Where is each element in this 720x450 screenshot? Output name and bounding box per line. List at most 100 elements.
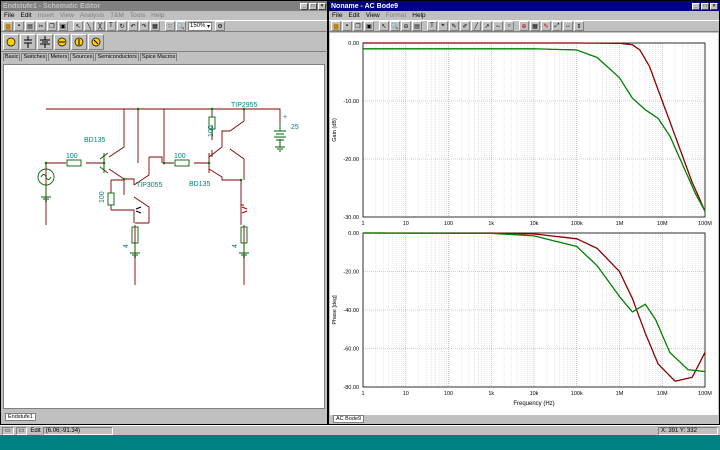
menu-tools[interactable]: Tools — [130, 12, 145, 19]
copy-icon[interactable]: ❐ — [47, 21, 57, 31]
source-component-icon[interactable] — [3, 33, 19, 50]
expand-icon[interactable]: ↔ — [563, 21, 573, 31]
x-tick-label: 1 — [361, 391, 364, 397]
y-tick-label: 0.00 — [348, 41, 359, 47]
menu-file[interactable]: File — [332, 12, 342, 19]
rotate-icon[interactable]: ↻ — [117, 21, 127, 31]
minimize-button[interactable]: _ — [692, 2, 700, 10]
label-rl2: 4 — [232, 244, 239, 248]
schematic-editor-window: Endstufe1 - Schematic Editor _ □ × File E… — [0, 0, 328, 425]
label-r4: 100 — [208, 125, 215, 137]
line-icon[interactable]: ╱ — [471, 21, 481, 31]
format-icon[interactable]: ▤ — [412, 21, 422, 31]
grid-toggle-icon[interactable]: ⁙ — [165, 21, 175, 31]
menu-edit[interactable]: Edit — [20, 12, 31, 19]
y-tick-label: -80.00 — [343, 385, 359, 391]
schematic-canvas[interactable]: 100 100 BD135 TIP3055 BD135 TIP2955 25 +… — [3, 64, 325, 409]
label-r3: 100 — [99, 191, 106, 203]
ellipse-icon[interactable]: ○ — [504, 21, 514, 31]
bode-window: Noname - AC Bode9 _ □ × File Edit View Form… — [328, 0, 720, 425]
bode-bottom-tab[interactable]: AC Bode9 — [333, 415, 365, 423]
schematic-titlebar: Endstufe1 - Schematic Editor _ □ × — [1, 1, 327, 11]
menu-edit[interactable]: Edit — [348, 12, 359, 19]
open-icon[interactable]: ▆ — [3, 21, 13, 31]
menu-view[interactable]: View — [60, 12, 74, 19]
print-icon[interactable]: ▤ — [25, 21, 35, 31]
capacitor-component-icon[interactable] — [20, 33, 36, 50]
current-source-icon[interactable] — [71, 33, 87, 50]
copy-icon[interactable]: ❐ — [353, 21, 363, 31]
pointer-icon[interactable]: ↖ — [379, 21, 389, 31]
grid-icon[interactable]: ▦ — [530, 21, 540, 31]
maximize-button[interactable]: □ — [701, 2, 709, 10]
schematic-title: Endstufe1 - Schematic Editor — [3, 2, 101, 10]
x-tick-label: 10M — [657, 391, 668, 397]
tab-switches[interactable]: Switches — [21, 53, 48, 61]
label-q2: TIP3055 — [136, 182, 163, 189]
menu-tm[interactable]: T&M — [110, 12, 124, 19]
bode-titlebar: Noname - AC Bode9 _ □ × — [329, 1, 719, 11]
schematic-menubar: File Edit Insert View Analysis T&M Tools Help — [1, 11, 327, 20]
menu-insert[interactable]: Insert — [38, 12, 54, 19]
curve-icon[interactable]: ∼ — [493, 21, 503, 31]
paste-icon[interactable]: ▣ — [364, 21, 374, 31]
arrow-icon[interactable]: ↗ — [482, 21, 492, 31]
cursor-b-icon[interactable]: ✐ — [460, 21, 470, 31]
paste-icon[interactable]: ▣ — [58, 21, 68, 31]
split-icon[interactable]: ⇕ — [574, 21, 584, 31]
close-button[interactable]: × — [710, 2, 718, 10]
menu-analysis[interactable]: Analysis — [80, 12, 104, 19]
tab-spicemacros[interactable]: Spice Macros — [139, 53, 178, 61]
close-button[interactable]: × — [318, 2, 326, 10]
y-tick-label: -60.00 — [343, 347, 359, 353]
pointer-icon[interactable]: ↖ — [73, 21, 83, 31]
battery-component-icon[interactable] — [37, 33, 53, 50]
menu-help[interactable]: Help — [151, 12, 164, 19]
zoom-icon[interactable]: 🔍 — [176, 21, 186, 31]
maximize-button[interactable]: □ — [309, 2, 317, 10]
pen-icon[interactable]: ✎ — [541, 21, 551, 31]
schematic-bottom-tab[interactable]: Endstufe1 — [5, 413, 36, 421]
wire-icon[interactable]: ╲ — [84, 21, 94, 31]
text-icon[interactable]: T — [427, 21, 437, 31]
x-tick-label: 10 — [403, 221, 409, 227]
crosshair-icon[interactable]: ⊕ — [519, 21, 529, 31]
y-tick-label: 0.00 — [348, 231, 359, 237]
x-tick-label: 1 — [361, 221, 364, 227]
wire-mode-icon[interactable]: ╳ — [95, 21, 105, 31]
bode-title: Noname - AC Bode9 — [331, 2, 399, 10]
menu-format[interactable]: Format — [386, 12, 407, 19]
component-tabs: Basic Switches Meters Sources Semiconductors… — [1, 52, 327, 61]
menu-help[interactable]: Help — [412, 12, 425, 19]
save-icon[interactable]: ▪ — [342, 21, 352, 31]
cursor-icon[interactable]: ✎ — [449, 21, 459, 31]
undo-icon[interactable]: ↶ — [128, 21, 138, 31]
tab-sources[interactable]: Sources — [70, 53, 95, 61]
zoom-icon[interactable]: 🔍 — [390, 21, 400, 31]
tab-semiconductors[interactable]: Semiconductors — [95, 53, 139, 61]
axis-icon[interactable]: ⤢ — [552, 21, 562, 31]
status-bar: ▭ ▭ Edit (6.06;-91.34) X: 391 Y: 332 — [0, 425, 720, 435]
status-mode: Edit — [30, 427, 41, 434]
status-coords: (6.06;-91.34) — [42, 426, 113, 435]
redo-icon[interactable]: ↷ — [139, 21, 149, 31]
meter-component-icon[interactable] — [88, 33, 104, 50]
zoom-out-icon[interactable]: ⊖ — [401, 21, 411, 31]
save-icon[interactable]: ▪ — [14, 21, 24, 31]
voltage-source-icon[interactable] — [54, 33, 70, 50]
grid-icon[interactable]: ▦ — [150, 21, 160, 31]
marker-icon[interactable]: ⌖ — [438, 21, 448, 31]
cut-icon[interactable]: ✂ — [36, 21, 46, 31]
open-icon[interactable]: ▆ — [331, 21, 341, 31]
label-q1: BD135 — [84, 137, 106, 144]
x-tick-label: 10 — [403, 391, 409, 397]
zoom-select[interactable]: 150% ▾ — [188, 21, 213, 31]
tab-basic[interactable]: Basic — [3, 53, 21, 61]
text-icon[interactable]: T — [106, 21, 116, 31]
tab-meters[interactable]: Meters — [48, 53, 70, 61]
minimize-button[interactable]: _ — [300, 2, 308, 10]
menu-view[interactable]: View — [366, 12, 380, 19]
label-q4: TIP2955 — [231, 102, 258, 109]
component-icon[interactable]: ⚙ — [215, 21, 226, 31]
menu-file[interactable]: File — [4, 12, 14, 19]
